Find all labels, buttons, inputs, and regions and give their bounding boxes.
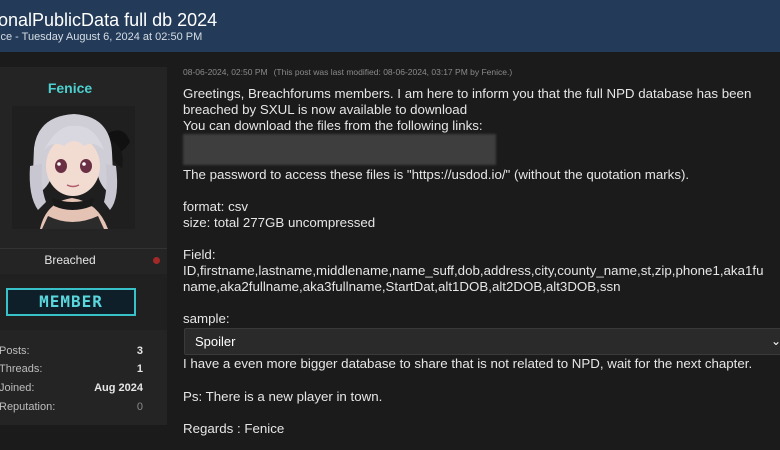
- username-link[interactable]: Fenice: [0, 80, 140, 96]
- status-dot-icon: [153, 257, 160, 264]
- post-line: Greetings, Breachforums members. I am he…: [183, 86, 752, 101]
- thread-title: onalPublicData full db 2024: [0, 10, 218, 30]
- thread-subtitle: ice - Tuesday August 6, 2024 at 02:50 PM: [0, 31, 203, 43]
- post-line: ID,firstname,lastname,middlename,name_su…: [183, 263, 764, 278]
- stat-threads: Threads: 1: [0, 363, 143, 379]
- stat-posts: Posts: 3: [0, 345, 143, 361]
- stat-label: Reputation:: [0, 401, 56, 413]
- post-line: format: csv: [183, 199, 249, 214]
- post-date[interactable]: 08-06-2024, 02:50 PM: [183, 67, 268, 77]
- post-line: You can download the files from the foll…: [183, 118, 483, 133]
- post-line: sample:: [183, 311, 230, 326]
- spoiler-label: Spoiler: [195, 334, 236, 349]
- stat-label: Posts:: [0, 345, 30, 357]
- member-badge: MEMBER: [6, 288, 136, 316]
- user-group: Breached: [44, 253, 96, 267]
- stat-value: Aug 2024: [94, 382, 143, 394]
- stat-label: Joined:: [0, 382, 35, 394]
- post-line: name,aka2fullname,aka3fullname,StartDat,…: [183, 279, 621, 294]
- post-line: The password to access these files is "h…: [183, 167, 690, 182]
- stat-label: Threads:: [0, 363, 43, 375]
- redacted-download-links: [183, 134, 496, 165]
- panel-divider: [0, 248, 167, 249]
- chevron-down-icon: ⌄: [771, 334, 780, 348]
- thread-header: onalPublicData full db 2024 ice - Tuesda…: [0, 0, 780, 52]
- spoiler-toggle[interactable]: Spoiler ⌄: [184, 328, 780, 355]
- stat-value[interactable]: 1: [137, 363, 143, 375]
- post-line: size: total 277GB uncompressed: [183, 215, 376, 230]
- post-line: Regards : Fenice: [183, 421, 285, 436]
- stat-joined: Joined: Aug 2024: [0, 382, 143, 398]
- post-line: breached by SXUL is now available to dow…: [183, 102, 468, 117]
- stat-reputation: Reputation: 0: [0, 401, 143, 417]
- stat-value[interactable]: 3: [137, 345, 143, 357]
- stat-value[interactable]: 0: [137, 401, 143, 413]
- post-line: I have a even more bigger database to sh…: [183, 356, 753, 371]
- post-line: Field:: [183, 247, 216, 262]
- post-line: Ps: There is a new player in town.: [183, 389, 383, 404]
- avatar[interactable]: [12, 106, 135, 229]
- post-meta: 08-06-2024, 02:50 PM (This post was last …: [183, 67, 512, 77]
- post-modified-note: (This post was last modified: 08-06-2024…: [273, 67, 513, 77]
